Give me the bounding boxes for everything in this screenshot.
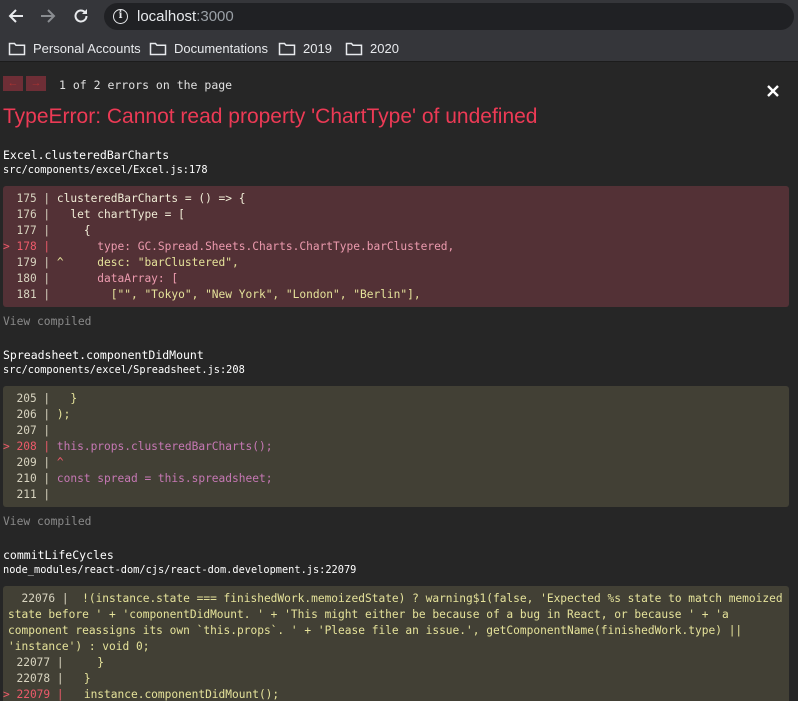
code-line: 181 | ["", "Tokyo", "New York", "London"…	[3, 287, 789, 303]
line-gutter: 209 |	[3, 456, 57, 469]
bookmarks-bar: Personal Accounts Documentations 2019 20…	[0, 33, 798, 62]
line-code: type: GC.Spread.Sheets.Charts.ChartType.…	[56, 240, 455, 253]
bookmark-documentations[interactable]: Documentations	[149, 39, 268, 57]
code-line: 176 | let chartType = [	[3, 207, 789, 223]
line-gutter: 179 |	[3, 256, 57, 269]
line-code: ["", "Tokyo", "New York", "London", "Ber…	[56, 288, 421, 301]
next-error-button[interactable]: →	[26, 76, 46, 91]
folder-icon	[345, 42, 363, 55]
view-compiled-link[interactable]: View compiled	[3, 515, 91, 528]
line-gutter: 177 |	[3, 224, 57, 237]
line-gutter: 210 |	[3, 472, 57, 485]
folder-icon	[149, 42, 167, 55]
line-gutter: > 208 |	[3, 440, 57, 453]
bookmark-label: 2020	[370, 40, 399, 56]
line-gutter: 22077 |	[3, 656, 71, 669]
bookmark-label: Documentations	[174, 40, 268, 56]
line-code: dataArray: [	[56, 272, 179, 285]
line-code: {	[56, 224, 91, 237]
back-button[interactable]	[4, 4, 28, 28]
bookmark-label: Personal Accounts	[33, 40, 141, 56]
code-line: 205 | }	[3, 391, 789, 407]
bookmark-personal-accounts[interactable]: Personal Accounts	[8, 39, 141, 57]
code-line: 177 | {	[3, 223, 789, 239]
line-gutter: 180 |	[3, 272, 57, 285]
close-icon[interactable]	[766, 84, 780, 98]
line-code: let chartType = [	[56, 208, 185, 221]
line-code: }	[70, 656, 105, 669]
line-gutter: 206 |	[3, 408, 57, 421]
line-code: instance.componentDidMount();	[70, 688, 280, 701]
frame-file[interactable]: node_modules/react-dom/cjs/react-dom.dev…	[3, 564, 356, 576]
url-host: localhost	[137, 8, 197, 25]
code-line-highlighted: > 22079 | instance.componentDidMount();	[3, 687, 789, 701]
bookmark-2020[interactable]: 2020	[345, 39, 399, 57]
code-line: 179 | ^ desc: "barClustered",	[3, 255, 789, 271]
forward-button[interactable]	[36, 4, 60, 28]
frame-file[interactable]: src/components/excel/Spreadsheet.js:208	[3, 364, 245, 376]
url-text[interactable]: localhost:3000	[137, 8, 234, 25]
line-gutter: > 178 |	[3, 240, 57, 253]
line-code: const spread = this.spreadsheet;	[56, 472, 273, 485]
address-bar[interactable]: i localhost:3000	[104, 3, 794, 30]
code-line: 22077 | }	[3, 655, 789, 671]
code-block: 205 | } 206 | ); 207 | > 208 | this.prop…	[3, 386, 789, 507]
code-line: 207 |	[3, 423, 789, 439]
code-line-highlighted: > 178 | type: GC.Spread.Sheets.Charts.Ch…	[3, 239, 789, 255]
url-port: :3000	[196, 8, 234, 25]
frame-function: commitLifeCycles	[3, 548, 114, 562]
code-line: 211 |	[3, 487, 789, 503]
line-code: );	[56, 408, 71, 421]
line-gutter: 176 |	[3, 208, 57, 221]
line-gutter: 175 |	[3, 192, 57, 205]
code-line-highlighted: > 208 | this.props.clusteredBarCharts();	[3, 439, 789, 455]
line-code: }	[56, 392, 78, 405]
browser-toolbar: i localhost:3000	[0, 0, 798, 33]
code-line: 209 | ^	[3, 455, 789, 471]
line-gutter: 181 |	[3, 288, 57, 301]
line-code: !(instance.state === finishedWork.memoiz…	[8, 592, 783, 653]
frame-function: Excel.clusteredBarCharts	[3, 148, 170, 162]
reload-button[interactable]	[69, 4, 93, 28]
view-compiled-link[interactable]: View compiled	[3, 315, 91, 328]
line-code: }	[70, 672, 91, 685]
error-title: TypeError: Cannot read property 'ChartTy…	[3, 105, 538, 128]
error-overlay: ← → 1 of 2 errors on the page TypeError:…	[0, 62, 798, 701]
bookmark-2019[interactable]: 2019	[278, 39, 332, 57]
frame-file[interactable]: src/components/excel/Excel.js:178	[3, 164, 208, 176]
code-line: 206 | );	[3, 407, 789, 423]
folder-icon	[8, 42, 26, 55]
folder-icon	[278, 42, 296, 55]
line-code: this.props.clusteredBarCharts();	[56, 440, 273, 453]
line-gutter: 22076 |	[8, 592, 76, 605]
line-gutter: 207 |	[3, 424, 57, 437]
code-line: 175 | clusteredBarCharts = () => {	[3, 191, 789, 207]
code-line: 210 | const spread = this.spreadsheet;	[3, 471, 789, 487]
line-code: clusteredBarCharts = () => {	[56, 192, 246, 205]
line-gutter: 211 |	[3, 488, 57, 501]
line-code: ^ desc: "barClustered",	[56, 256, 239, 269]
code-line: 22076 | !(instance.state === finishedWor…	[3, 591, 789, 655]
line-code: ^	[56, 456, 64, 469]
code-line: 180 | dataArray: [	[3, 271, 789, 287]
reload-icon	[74, 9, 88, 23]
line-gutter: 205 |	[3, 392, 57, 405]
line-gutter: 22078 |	[3, 672, 71, 685]
arrow-right-icon	[41, 9, 56, 23]
arrow-left-icon	[8, 9, 23, 23]
bookmark-label: 2019	[303, 40, 332, 56]
info-icon[interactable]: i	[113, 9, 128, 24]
previous-error-button[interactable]: ←	[3, 76, 23, 91]
error-count: 1 of 2 errors on the page	[59, 78, 233, 92]
line-gutter: > 22079 |	[3, 688, 71, 701]
code-block: 22076 | !(instance.state === finishedWor…	[3, 586, 789, 701]
error-navigation: ← →	[3, 76, 49, 91]
code-line: 22078 | }	[3, 671, 789, 687]
frame-function: Spreadsheet.componentDidMount	[3, 348, 204, 362]
code-block: 175 | clusteredBarCharts = () => { 176 |…	[3, 186, 789, 307]
